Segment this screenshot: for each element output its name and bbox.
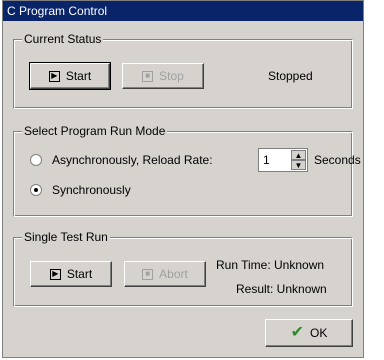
stop-icon: ■	[142, 70, 154, 82]
stop-icon: ■	[142, 268, 154, 280]
async-radio[interactable]	[30, 154, 42, 166]
status-start-button[interactable]: ▶ Start	[29, 62, 111, 90]
status-text: Stopped	[268, 69, 313, 83]
ok-button[interactable]: ✔ OK	[265, 319, 353, 347]
test-abort-button[interactable]: ■ Abort	[124, 261, 206, 287]
test-start-button[interactable]: ▶ Start	[30, 261, 112, 287]
result-text: Result: Unknown	[236, 282, 327, 296]
ok-label: OK	[310, 326, 328, 340]
title-bar: C Program Control	[3, 1, 363, 21]
play-icon: ▶	[49, 268, 61, 280]
reload-rate-value: 1	[263, 153, 270, 167]
async-label: Asynchronously, Reload Rate:	[52, 153, 213, 167]
single-test-legend: Single Test Run	[22, 230, 110, 244]
seconds-label: Seconds	[314, 153, 361, 167]
run-mode-legend: Select Program Run Mode	[22, 124, 168, 138]
spin-down-button[interactable]: ▼	[291, 160, 306, 170]
test-abort-label: Abort	[159, 267, 188, 281]
window-title: C Program Control	[7, 4, 108, 18]
current-status-legend: Current Status	[22, 32, 104, 46]
status-stop-button[interactable]: ■ Stop	[122, 63, 204, 89]
run-mode-group: Select Program Run Mode Asynchronously, …	[13, 124, 361, 217]
test-start-label: Start	[66, 267, 93, 281]
sync-radio[interactable]	[30, 184, 42, 196]
program-control-window: C Program Control Current Status ▶ Start…	[2, 0, 364, 358]
run-time-text: Run Time: Unknown	[216, 258, 325, 272]
play-icon: ▶	[48, 70, 60, 82]
status-start-label: Start	[65, 69, 92, 83]
status-stop-label: Stop	[159, 69, 184, 83]
spin-up-button[interactable]: ▲	[291, 150, 306, 160]
single-test-group: Single Test Run ▶ Start ■ Abort Run Time…	[13, 230, 353, 307]
current-status-group: Current Status ▶ Start ■ Stop Stopped	[13, 32, 353, 109]
reload-rate-input[interactable]: 1 ▲ ▼	[258, 148, 308, 172]
sync-label: Synchronously	[52, 183, 131, 197]
checkmark-icon: ✔	[290, 324, 305, 341]
